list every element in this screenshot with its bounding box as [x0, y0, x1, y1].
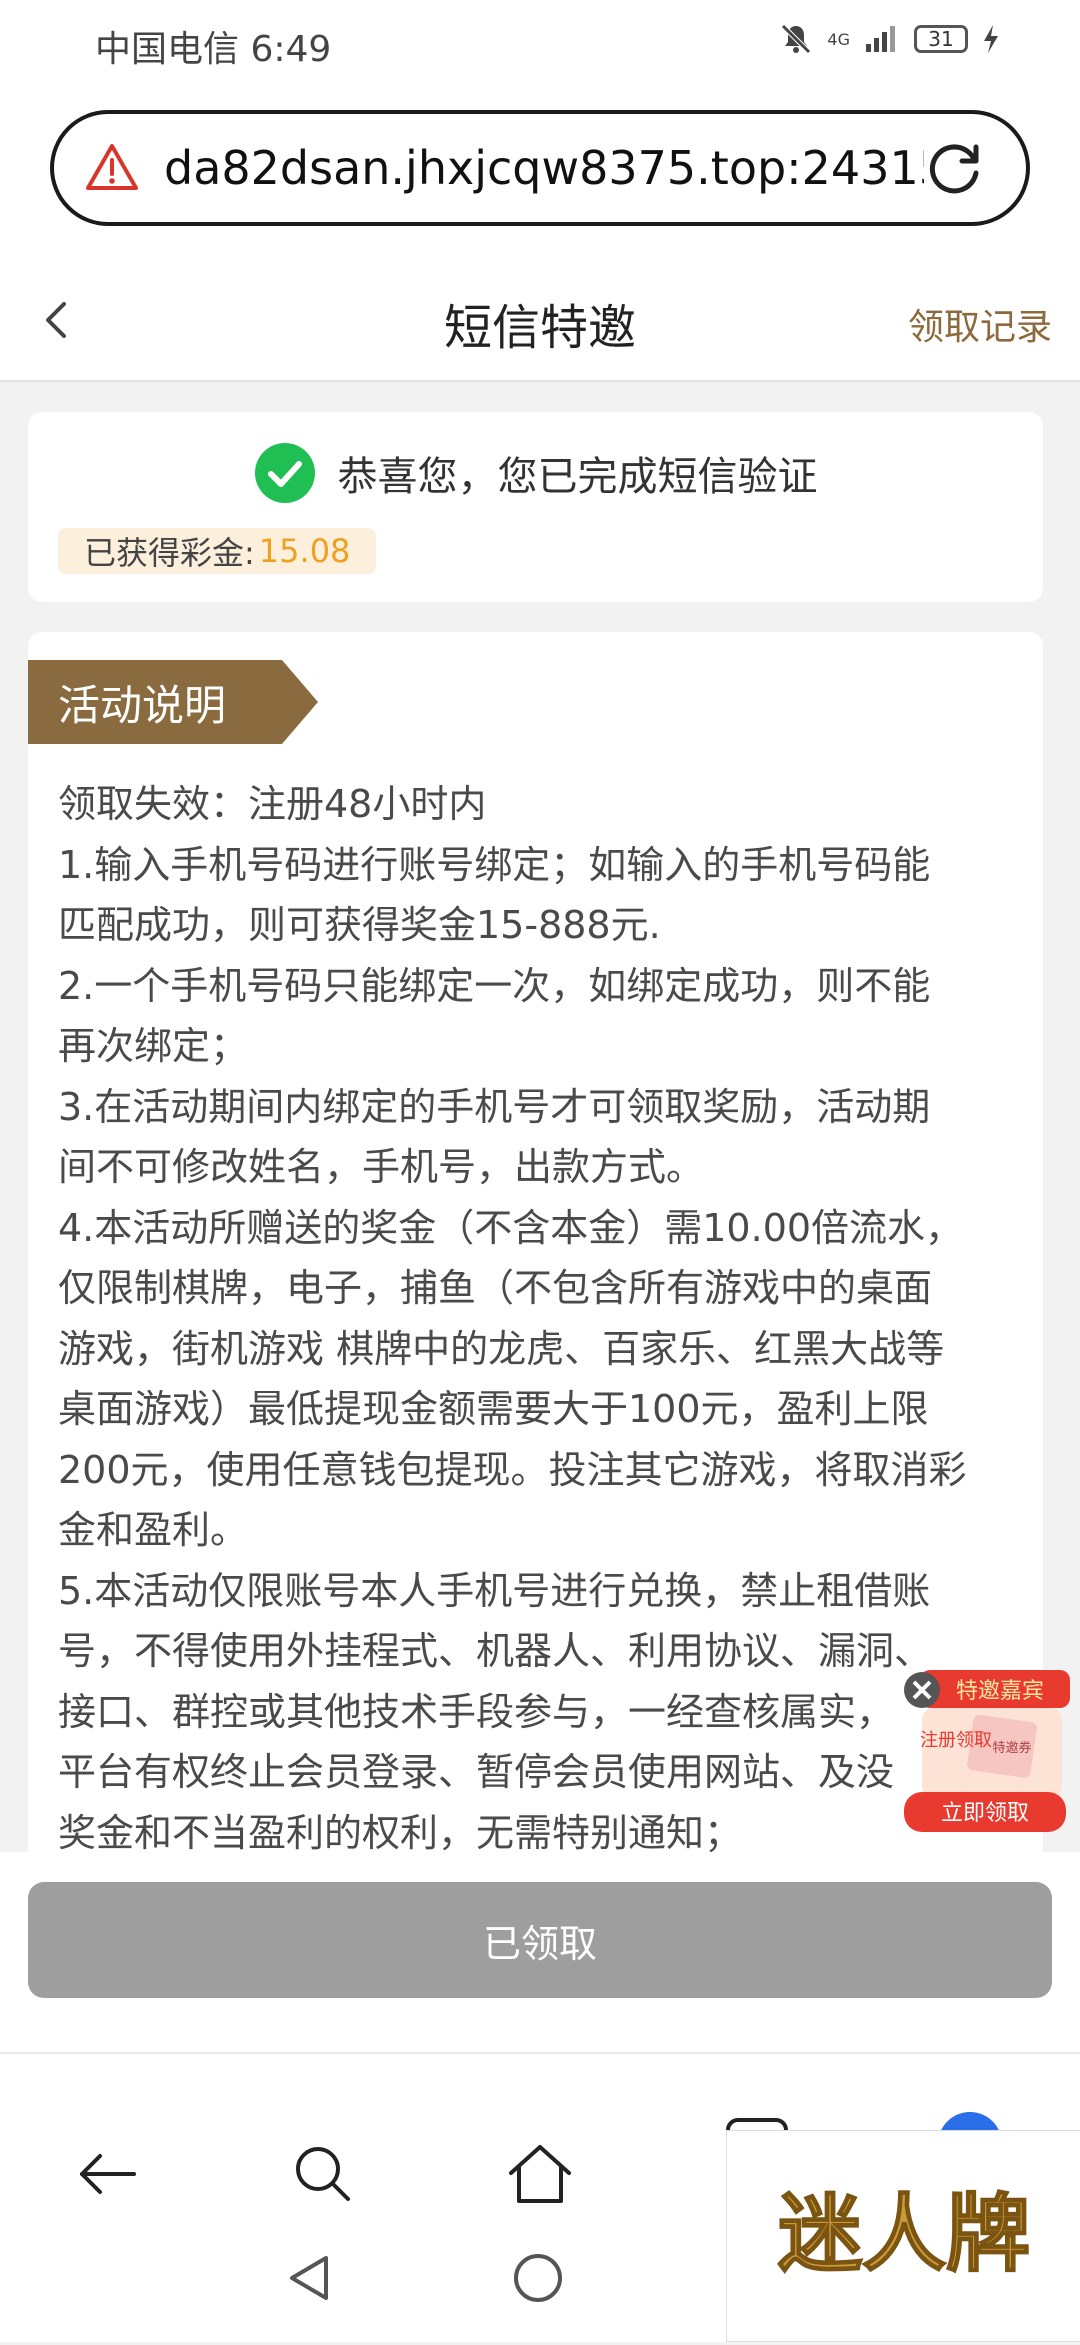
- reload-icon[interactable]: [924, 137, 986, 199]
- promo-ticket-text: 特邀券: [992, 1740, 1031, 1756]
- system-home-icon[interactable]: [512, 2252, 564, 2304]
- bonus-value: 15.08: [258, 532, 351, 570]
- bonus-label: 已获得彩金:: [84, 534, 255, 572]
- rules-line: 3.在活动期间内绑定的手机号才可领取奖励，活动期: [58, 1084, 931, 1129]
- claimed-button[interactable]: 已领取: [28, 1882, 1052, 1998]
- rules-line: 金和盈利。: [58, 1508, 249, 1552]
- rules-line: 间不可修改姓名，手机号，出款方式。: [58, 1145, 705, 1189]
- rules-line: 匹配成功，则可获得奖金15-888元.: [58, 903, 661, 947]
- url-bar[interactable]: da82dsan.jhxjcqw8375.top:24315: [50, 110, 1030, 226]
- rules-line: 奖金和不当盈利的权利，无需特别通知；: [58, 1810, 743, 1853]
- rules-line: 4.本活动所赠送的奖金（不含本金）需10.00倍流水，: [58, 1205, 964, 1250]
- promo-button: 立即领取: [941, 1801, 1029, 1826]
- carrier-time: 中国电信 6:49: [95, 29, 332, 70]
- success-row: 恭喜您，您已完成短信验证: [28, 442, 1043, 504]
- rules-line: 再次绑定；: [58, 1024, 249, 1068]
- promo-coupon-text: 注册领取: [920, 1730, 992, 1751]
- rules-line: 平台有权终止会员登录、暂停会员使用网站、及没: [58, 1750, 895, 1794]
- success-card: 恭喜您，您已完成短信验证 已获得彩金: 15.08: [28, 412, 1043, 602]
- rules-card[interactable]: 活动说明 领取失效：注册48小时内 1.输入手机号码进行账号绑定；如输入的手机号…: [28, 632, 1043, 1852]
- warning-icon[interactable]: [84, 140, 140, 196]
- watermark-logo: 迷人牌: [726, 2130, 1080, 2342]
- success-message: 恭喜您，您已完成短信验证: [337, 454, 818, 500]
- mute-icon: [781, 24, 812, 54]
- url-text[interactable]: da82dsan.jhxjcqw8375.top:24315: [164, 141, 924, 195]
- rules-line: 200元，使用任意钱包提现。投注其它游戏，将取消彩: [58, 1447, 967, 1492]
- rules-line: 游戏，街机游戏 棋牌中的龙虎、百家乐、红黑大战等: [58, 1326, 945, 1371]
- rules-text: 领取失效：注册48小时内 1.输入手机号码进行账号绑定；如输入的手机号码能 匹配…: [58, 774, 1043, 1852]
- bonus-badge: 已获得彩金: 15.08: [58, 528, 377, 574]
- status-icons: 4G 31: [779, 22, 1000, 56]
- footer-area: 已领取: [0, 1852, 1080, 2052]
- promo-badge-graphic: 特邀嘉宾 注册领取 特邀券 立即领取: [904, 1670, 1070, 1832]
- check-circle-icon: [254, 443, 315, 503]
- charging-icon: [984, 25, 998, 53]
- system-back-icon[interactable]: [284, 2252, 336, 2304]
- rules-line: 领取失效：注册48小时内: [58, 782, 487, 826]
- status-bar: 中国电信 6:49 4G 31: [0, 0, 1080, 90]
- records-link[interactable]: 领取记录: [908, 298, 1052, 350]
- back-arrow-icon[interactable]: [72, 2139, 142, 2209]
- home-icon[interactable]: [505, 2139, 575, 2209]
- promo-title: 特邀嘉宾: [956, 1679, 1044, 1704]
- signal-icon: [866, 26, 895, 52]
- rules-line: 号，不得使用外挂程式、机器人、利用协议、漏洞、: [58, 1629, 933, 1673]
- page-header: 短信特邀 领取记录: [0, 260, 1080, 382]
- rules-line: 桌面游戏）最低提现金额需要大于100元，盈利上限: [58, 1387, 929, 1431]
- rules-line: 1.输入手机号码进行账号绑定；如输入的手机号码能: [58, 842, 931, 887]
- watermark-text: 迷人牌: [778, 2185, 1030, 2283]
- network-label: 4G: [827, 29, 850, 49]
- search-icon[interactable]: [288, 2139, 358, 2209]
- battery-indicator: 31: [914, 25, 968, 53]
- browser-bar: da82dsan.jhxjcqw8375.top:24315: [0, 90, 1080, 260]
- rules-line: 5.本活动仅限账号本人手机号进行兑换，禁止租借账: [58, 1568, 931, 1613]
- promo-float-badge[interactable]: 特邀嘉宾 注册领取 特邀券 立即领取: [900, 1660, 1070, 1840]
- rules-line: 接口、群控或其他技术手段参与，一经查核属实，: [58, 1689, 895, 1734]
- rules-tag: 活动说明: [28, 660, 318, 744]
- rules-line: 2.一个手机号码只能绑定一次，如绑定成功，则不能: [58, 963, 931, 1008]
- rules-line: 仅限制棋牌，电子，捕鱼（不包含所有游戏中的桌面: [58, 1266, 933, 1310]
- watermark-graphic: 迷人牌: [777, 2184, 1031, 2284]
